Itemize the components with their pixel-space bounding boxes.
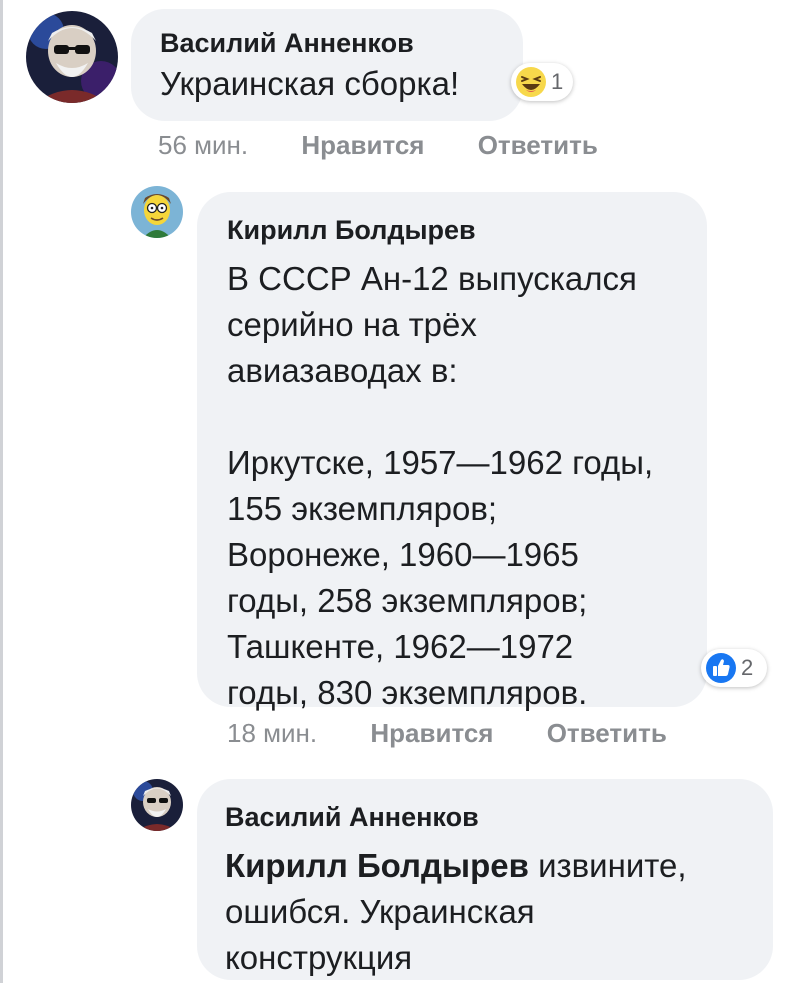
comment-meta: 56 мин. Нравится Ответить <box>158 130 598 161</box>
reaction-count[interactable]: 2 <box>701 649 767 687</box>
comment-text-line: ошибся. Украинская <box>225 893 535 930</box>
comment-bubble: Василий Анненков Кирилл Болдырев извинит… <box>197 779 773 980</box>
reply-button[interactable]: Ответить <box>478 130 598 160</box>
thumbs-up-icon <box>706 653 736 683</box>
comment-text-line: Иркутске, 1957—1962 годы, <box>227 444 654 481</box>
comment-text-line: Ташкенте, 1962—1972 <box>227 628 574 665</box>
comment-text-fragment: извините, <box>528 847 687 884</box>
reaction-count-number: 2 <box>741 655 754 680</box>
comment-text-line: Кирилл Болдырев извините, <box>225 843 773 889</box>
comment-time[interactable]: 18 мин. <box>227 718 317 748</box>
comment-text-line <box>227 394 707 440</box>
avatar[interactable] <box>26 11 118 103</box>
comment-text: Украинская сборка! <box>160 61 523 107</box>
reaction-count-number: 1 <box>551 69 564 94</box>
comment-text-line: серийно на трёх <box>227 306 477 343</box>
avatar[interactable] <box>131 186 183 238</box>
comment-text: В СССР Ан-12 выпускался серийно на трёх … <box>227 256 707 716</box>
comment-text-line: конструкция <box>225 939 413 976</box>
comment-bubble: Василий Анненков Украинская сборка! <box>131 9 523 121</box>
comment-time[interactable]: 56 мин. <box>158 130 248 160</box>
comment-text-line: 155 экземпляров; <box>227 490 498 527</box>
mention-link[interactable]: Кирилл Болдырев <box>225 847 529 884</box>
comment-author[interactable]: Василий Анненков <box>160 27 523 59</box>
reaction-count[interactable]: 1 <box>511 63 573 101</box>
like-button[interactable]: Нравится <box>301 130 424 160</box>
comment-text-line: Воронеже, 1960—1965 <box>227 536 579 573</box>
comment-meta: 18 мин. Нравится Ответить <box>227 718 667 749</box>
comment-text-line: Украинская сборка! <box>160 65 460 102</box>
laughing-emoji-icon <box>516 67 546 97</box>
comment-author[interactable]: Василий Анненков <box>225 801 773 833</box>
comment-text: Кирилл Болдырев извините, ошибся. Украин… <box>225 843 773 981</box>
comment-author[interactable]: Кирилл Болдырев <box>227 214 707 246</box>
comment-text-line: авиазаводах в: <box>227 352 458 389</box>
like-button[interactable]: Нравится <box>370 718 493 748</box>
reply-button[interactable]: Ответить <box>547 718 667 748</box>
comment-text-line: В СССР Ан-12 выпускался <box>227 260 637 297</box>
avatar[interactable] <box>131 779 183 831</box>
comment-text-line: годы, 258 экземпляров; <box>227 582 588 619</box>
left-border <box>0 0 3 983</box>
comment-text-line: годы, 830 экземпляров. <box>227 674 588 711</box>
comment-bubble: Кирилл Болдырев В СССР Ан-12 выпускался … <box>197 192 707 711</box>
